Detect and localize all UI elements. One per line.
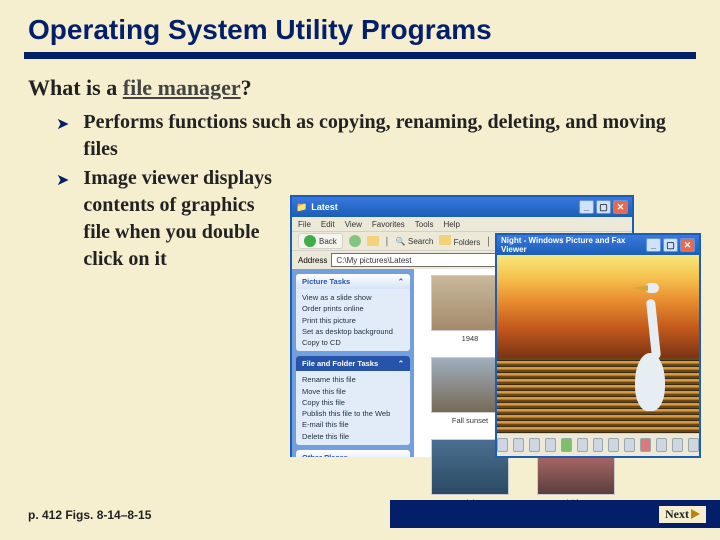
close-button[interactable]: ✕ <box>613 200 628 214</box>
menu-edit[interactable]: Edit <box>321 220 335 229</box>
next-label: Next <box>665 507 689 522</box>
minimize-button[interactable]: _ <box>646 238 661 252</box>
file-manager-link[interactable]: file manager <box>123 75 241 100</box>
thumbnail-label: Fall sunset <box>452 416 488 425</box>
title-rule <box>24 52 696 59</box>
explorer-menubar: File Edit View Favorites Tools Help <box>292 217 632 231</box>
task-link[interactable]: Copy to CD <box>302 337 404 348</box>
task-link[interactable]: Set as desktop background <box>302 326 404 337</box>
screenshot-figure: 📁 Latest _ ▢ ✕ File Edit View Favorites … <box>290 195 710 475</box>
expand-icon: ⌄ <box>398 453 404 457</box>
collapse-icon: ⌃ <box>398 359 404 368</box>
back-icon <box>304 235 316 247</box>
file-folder-tasks-header[interactable]: File and Folder Tasks⌃ <box>296 356 410 371</box>
footer-bar: Next <box>390 500 720 528</box>
picture-tasks-panel: Picture Tasks⌃ View as a slide show Orde… <box>296 274 410 351</box>
subtitle-suffix: ? <box>241 75 252 100</box>
bullet-item: ➤ Performs functions such as copying, re… <box>56 109 688 163</box>
menu-file[interactable]: File <box>298 220 311 229</box>
back-button[interactable]: Back <box>298 233 343 249</box>
task-link[interactable]: Delete this file <box>302 431 404 442</box>
task-link[interactable]: Copy this file <box>302 397 404 408</box>
print-button[interactable] <box>656 438 667 452</box>
close-button[interactable]: ✕ <box>680 238 695 252</box>
menu-tools[interactable]: Tools <box>415 220 434 229</box>
bullet-text: Performs functions such as copying, rena… <box>83 109 688 163</box>
viewer-image <box>497 255 699 433</box>
bullet-text: Image viewer displays contents of graphi… <box>83 165 283 273</box>
bullet-arrow-icon: ➤ <box>56 114 69 134</box>
viewer-titlebar[interactable]: Night - Windows Picture and Fax Viewer _… <box>497 235 699 255</box>
heron-illustration <box>627 281 683 411</box>
zoom-in-button[interactable] <box>577 438 588 452</box>
minimize-button[interactable]: _ <box>579 200 594 214</box>
best-fit-button[interactable] <box>529 438 540 452</box>
picture-tasks-header[interactable]: Picture Tasks⌃ <box>296 274 410 289</box>
picture-viewer-window: Night - Windows Picture and Fax Viewer _… <box>495 233 701 458</box>
help-button[interactable] <box>688 438 699 452</box>
maximize-button[interactable]: ▢ <box>663 238 678 252</box>
zoom-out-button[interactable] <box>593 438 604 452</box>
figure-reference: p. 412 Figs. 8-14–8-15 <box>28 508 151 522</box>
folders-button[interactable]: Folders <box>439 235 480 247</box>
maximize-button[interactable]: ▢ <box>596 200 611 214</box>
task-link[interactable]: Order prints online <box>302 303 404 314</box>
folder-icon: 📁 <box>296 202 307 213</box>
next-image-button[interactable] <box>513 438 524 452</box>
explorer-title: Latest <box>311 202 338 212</box>
task-link[interactable]: Publish this file to the Web <box>302 408 404 419</box>
other-places-header[interactable]: Other Places⌄ <box>296 450 410 457</box>
prev-image-button[interactable] <box>497 438 508 452</box>
explorer-titlebar[interactable]: 📁 Latest _ ▢ ✕ <box>292 197 632 217</box>
address-label: Address <box>298 256 327 265</box>
slide-title: Operating System Utility Programs <box>0 0 720 52</box>
task-link[interactable]: E-mail this file <box>302 419 404 430</box>
file-folder-tasks-panel: File and Folder Tasks⌃ Rename this file … <box>296 356 410 445</box>
viewer-title: Night - Windows Picture and Fax Viewer <box>501 236 646 254</box>
next-button[interactable]: Next <box>659 506 706 523</box>
bullet-arrow-icon: ➤ <box>56 170 69 190</box>
task-link[interactable]: Move this file <box>302 386 404 397</box>
next-arrow-icon <box>691 509 700 519</box>
task-link[interactable]: View as a slide show <box>302 292 404 303</box>
collapse-icon: ⌃ <box>398 277 404 286</box>
menu-favorites[interactable]: Favorites <box>372 220 405 229</box>
rotate-ccw-button[interactable] <box>624 438 635 452</box>
menu-view[interactable]: View <box>345 220 362 229</box>
actual-size-button[interactable] <box>545 438 556 452</box>
task-link[interactable]: Print this picture <box>302 315 404 326</box>
menu-help[interactable]: Help <box>443 220 459 229</box>
thumbnail-label: 1948 <box>462 334 479 343</box>
other-places-panel: Other Places⌄ <box>296 450 410 457</box>
slideshow-button[interactable] <box>561 438 572 452</box>
up-folder-button[interactable] <box>367 236 379 246</box>
copy-to-button[interactable] <box>672 438 683 452</box>
forward-button[interactable] <box>349 235 361 247</box>
rotate-cw-button[interactable] <box>608 438 619 452</box>
subtitle-prefix: What is a <box>28 75 123 100</box>
search-button[interactable]: 🔍 Search <box>396 237 434 246</box>
tasks-pane: Picture Tasks⌃ View as a slide show Orde… <box>292 269 414 457</box>
task-link[interactable]: Rename this file <box>302 374 404 385</box>
viewer-toolbar <box>497 433 699 456</box>
delete-button[interactable] <box>640 438 651 452</box>
slide-subtitle: What is a file manager? <box>0 69 720 105</box>
